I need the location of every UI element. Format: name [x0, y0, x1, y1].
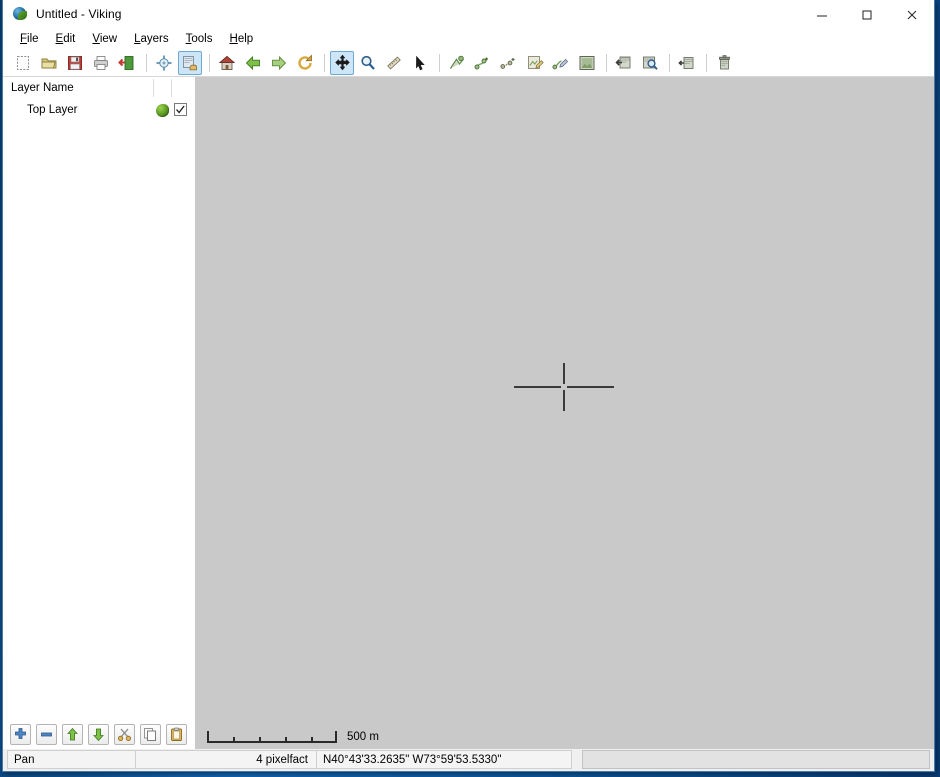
toolbar-separator: [669, 53, 670, 72]
map-magnifier-icon[interactable]: [638, 51, 662, 75]
menu-bar: File Edit View Layers Tools Help: [3, 29, 934, 49]
toolbar-separator: [606, 53, 607, 72]
layer-row-top-layer[interactable]: Top Layer: [3, 99, 194, 121]
status-mode: Pan: [7, 750, 136, 769]
open-folder-icon[interactable]: [37, 51, 61, 75]
copy-icon[interactable]: [140, 723, 161, 745]
minimize-icon[interactable]: [799, 0, 844, 29]
layer-row-label: Top Layer: [27, 104, 78, 116]
layer-hand-icon[interactable]: [178, 50, 202, 75]
menu-edit[interactable]: Edit: [49, 31, 86, 47]
scale-bar: [207, 729, 337, 743]
toolbar-separator: [146, 53, 147, 72]
plus-icon[interactable]: [10, 723, 31, 745]
map-center-crosshair: [514, 363, 614, 411]
status-bar: Pan 4 pixelfact N40°43'33.2635" W73°59'5…: [3, 749, 934, 771]
window-title: Untitled - Viking: [36, 7, 122, 21]
status-zoom-level: 4 pixelfact: [136, 750, 317, 769]
arrow-right-icon[interactable]: [267, 51, 291, 75]
layer-panel-toolbar: [3, 719, 194, 749]
window-controls: [799, 0, 934, 29]
new-document-icon[interactable]: [11, 51, 35, 75]
toolbar-separator: [439, 53, 440, 72]
layer-name-column-header: Layer Name: [11, 82, 74, 94]
status-coordinates: N40°43'33.2635" W73°59'53.5330": [317, 750, 572, 769]
ruler-icon[interactable]: [382, 51, 406, 75]
minus-icon[interactable]: [36, 723, 57, 745]
exit-door-icon[interactable]: [115, 51, 139, 75]
layer-tree-header: Layer Name: [3, 77, 194, 99]
toolbar-separator: [706, 53, 707, 72]
app-globe-leaf-icon: [12, 6, 28, 22]
menu-file[interactable]: File: [13, 31, 49, 47]
house-icon[interactable]: [215, 51, 239, 75]
scale-bar-label: 500 m: [347, 731, 379, 743]
green-layer-icon: [154, 102, 170, 118]
arrow-up-icon[interactable]: [62, 723, 83, 745]
track-edit-icon[interactable]: [549, 51, 573, 75]
map-download-icon[interactable]: [612, 51, 636, 75]
menu-layers[interactable]: Layers: [127, 31, 179, 47]
compass-icon[interactable]: [152, 51, 176, 75]
scale-bar-row: 500 m: [195, 721, 934, 749]
viking-main-window: Untitled - Viking File Edit View Layers …: [2, 0, 935, 772]
main-toolbar: [3, 49, 934, 77]
waypoint-add-icon[interactable]: [445, 51, 469, 75]
map-view[interactable]: 500 m: [195, 77, 934, 749]
magnifier-icon[interactable]: [356, 51, 380, 75]
clipboard-icon[interactable]: [166, 723, 187, 745]
track-add-icon[interactable]: [471, 51, 495, 75]
layer-visibility-checkbox[interactable]: [174, 103, 187, 116]
layer-delete-icon[interactable]: [712, 51, 736, 75]
maximize-icon[interactable]: [844, 0, 889, 29]
menu-help[interactable]: Help: [223, 31, 264, 47]
layer-panel: Layer Name Top Layer: [3, 77, 195, 749]
menu-view[interactable]: View: [85, 31, 127, 47]
arrow-refresh-icon[interactable]: [293, 51, 317, 75]
waypoint-edit-icon[interactable]: [523, 51, 547, 75]
map-canvas[interactable]: [195, 77, 934, 721]
printer-icon[interactable]: [89, 51, 113, 75]
scissors-icon[interactable]: [114, 723, 135, 745]
column-divider[interactable]: [171, 79, 172, 97]
cursor-arrow-icon[interactable]: [408, 51, 432, 75]
column-divider[interactable]: [153, 79, 154, 97]
arrow-down-icon[interactable]: [88, 723, 109, 745]
close-icon[interactable]: [889, 0, 934, 29]
menu-tools[interactable]: Tools: [179, 31, 223, 47]
content-area: Layer Name Top Layer 500 m: [3, 77, 934, 749]
picture-frame-icon[interactable]: [575, 51, 599, 75]
toolbar-separator: [324, 53, 325, 72]
toolbar-separator: [209, 53, 210, 72]
floppy-save-icon[interactable]: [63, 51, 87, 75]
layer-add-icon[interactable]: [675, 51, 699, 75]
status-progress: [582, 750, 930, 769]
move-arrows-icon[interactable]: [330, 50, 354, 75]
arrow-left-icon[interactable]: [241, 51, 265, 75]
layer-tree[interactable]: Top Layer: [3, 99, 194, 719]
route-add-icon[interactable]: [497, 51, 521, 75]
title-bar: Untitled - Viking: [3, 0, 934, 29]
